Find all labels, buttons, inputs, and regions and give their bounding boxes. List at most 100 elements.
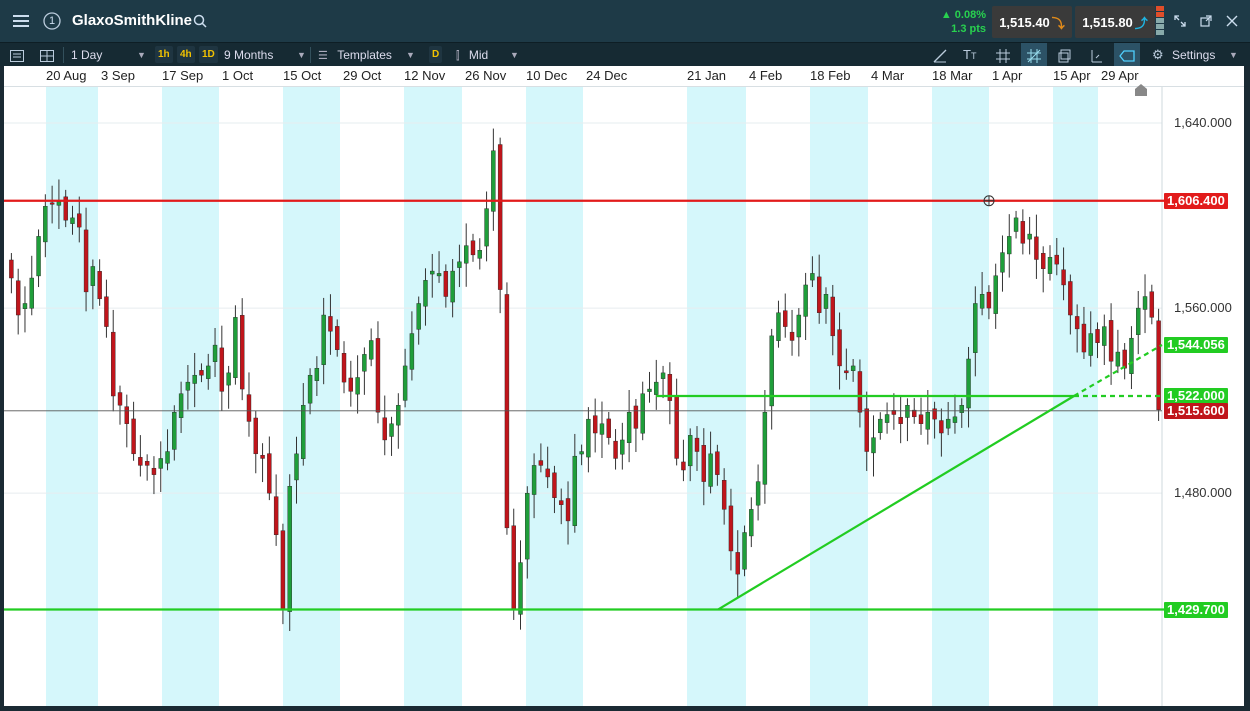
candle-up bbox=[1142, 296, 1148, 310]
date-label: 1 Apr bbox=[992, 68, 1023, 83]
buy-price: 1,515.80 bbox=[1082, 14, 1133, 30]
candle-down bbox=[1068, 281, 1073, 316]
draw-line-icon[interactable] bbox=[933, 43, 947, 67]
candle-up bbox=[36, 236, 41, 277]
search-icon[interactable] bbox=[190, 0, 210, 42]
candle-up bbox=[287, 486, 292, 612]
copy-icon[interactable] bbox=[1058, 43, 1072, 67]
candle-up bbox=[586, 418, 591, 458]
candle-up bbox=[185, 381, 191, 391]
settings-button[interactable]: ⚙ Settings ▼ bbox=[1152, 43, 1244, 67]
candle-down bbox=[77, 213, 82, 228]
candle-down bbox=[545, 468, 550, 478]
candle-up bbox=[959, 405, 964, 413]
candle-down bbox=[932, 408, 937, 420]
candle-down bbox=[592, 415, 598, 434]
candle-up bbox=[1027, 233, 1032, 240]
close-icon[interactable] bbox=[1222, 0, 1242, 42]
candle-up bbox=[165, 451, 170, 464]
candle-down bbox=[837, 329, 842, 367]
candle-down bbox=[117, 392, 123, 406]
week-band bbox=[526, 86, 583, 706]
chevron-down-icon: ▼ bbox=[1229, 50, 1238, 60]
alert-count-badge[interactable]: 1 bbox=[40, 0, 64, 42]
frame-left bbox=[0, 66, 4, 711]
candle-up bbox=[307, 374, 313, 404]
popout-icon[interactable] bbox=[1196, 0, 1216, 42]
scroll-home-icon[interactable] bbox=[1134, 83, 1148, 97]
candle-down bbox=[1095, 329, 1100, 343]
crosshair-grid-icon[interactable] bbox=[1021, 43, 1047, 67]
indicator-icon[interactable] bbox=[1089, 43, 1103, 67]
date-label: 20 Aug bbox=[46, 68, 87, 83]
candle-up bbox=[850, 365, 856, 371]
candle-down bbox=[538, 460, 544, 466]
interval-1h-button[interactable]: 1h bbox=[155, 46, 173, 63]
last-price-tag: 1,515.600 bbox=[1164, 402, 1228, 419]
candle-up bbox=[1088, 333, 1093, 356]
candle-up bbox=[973, 303, 978, 353]
menu-icon[interactable] bbox=[8, 0, 34, 42]
candle-up bbox=[1047, 256, 1053, 274]
change-pts: 1.3 pts bbox=[951, 23, 986, 35]
candle-up bbox=[402, 365, 408, 401]
sell-price: 1,515.40 bbox=[999, 14, 1050, 30]
candle-down bbox=[898, 417, 903, 424]
candle-down bbox=[552, 472, 557, 498]
candle-up bbox=[90, 266, 96, 286]
candle-icon: ⫿ bbox=[456, 50, 460, 62]
candle-up bbox=[925, 411, 931, 430]
candle-up bbox=[1115, 351, 1121, 367]
tag-icon[interactable] bbox=[1114, 43, 1140, 67]
candle-up bbox=[871, 437, 876, 454]
chart-area[interactable]: 20 Aug 3 Sep 17 Sep 1 Oct 15 Oct 29 Oct 12 Nov… bbox=[4, 66, 1244, 706]
candle-down bbox=[104, 296, 109, 327]
candle-up bbox=[979, 294, 985, 309]
price-tick-label: 1,640.000 bbox=[1174, 115, 1232, 130]
candle-down bbox=[111, 331, 116, 397]
candle-up bbox=[430, 270, 435, 275]
trendline-price-tag: 1,544.056 bbox=[1164, 336, 1228, 353]
price-type-select[interactable]: ⫿ Mid ▼ bbox=[456, 43, 522, 67]
date-label: 18 Mar bbox=[932, 68, 973, 83]
candle-up bbox=[640, 393, 645, 434]
candle-up bbox=[396, 405, 401, 426]
grid-icon[interactable] bbox=[996, 43, 1010, 67]
date-label: 12 Nov bbox=[404, 68, 446, 83]
list-view-icon[interactable] bbox=[10, 43, 24, 67]
buy-price-button[interactable]: 1,515.80 ⤴ bbox=[1075, 6, 1155, 38]
candle-down bbox=[559, 500, 564, 505]
buy-arrow-icon: ⤴ bbox=[1134, 15, 1148, 31]
candle-down bbox=[335, 326, 340, 350]
instrument-title[interactable]: GlaxoSmithKline bbox=[72, 0, 192, 42]
candle-down bbox=[1041, 253, 1046, 269]
candle-down bbox=[144, 461, 150, 466]
sell-price-button[interactable]: 1,515.40 ⤵ bbox=[992, 6, 1072, 38]
candle-up bbox=[823, 294, 829, 309]
candle-up bbox=[1000, 252, 1005, 273]
expand-icon[interactable] bbox=[1170, 0, 1190, 42]
templates-select[interactable]: ☰ Templates ▼ bbox=[318, 43, 418, 67]
interval-4h-button[interactable]: 4h bbox=[177, 46, 195, 63]
price-chart[interactable] bbox=[4, 66, 1244, 706]
layout-icon[interactable] bbox=[40, 43, 54, 67]
candle-up bbox=[226, 372, 231, 386]
d-toggle[interactable]: D bbox=[429, 46, 443, 63]
interval-1d-button[interactable]: 1D bbox=[199, 46, 218, 63]
candle-up bbox=[172, 411, 177, 450]
price-change: ▲ 0.08% 1.3 pts bbox=[930, 8, 986, 36]
range-select[interactable]: 9 Months ▼ bbox=[224, 43, 310, 67]
candle-down bbox=[701, 445, 706, 482]
candle-down bbox=[443, 271, 449, 297]
candle-up bbox=[755, 481, 761, 506]
candle-down bbox=[844, 370, 849, 374]
candle-up bbox=[368, 340, 374, 360]
candle-down bbox=[613, 440, 618, 459]
candle-down bbox=[199, 370, 204, 376]
text-tool-icon[interactable]: TT bbox=[963, 43, 976, 67]
candle-up bbox=[389, 423, 394, 437]
frame-bottom bbox=[0, 706, 1250, 711]
gear-icon: ⚙ bbox=[1152, 47, 1164, 62]
interval-select[interactable]: 1 Day ▼ bbox=[71, 43, 151, 67]
candle-down bbox=[97, 271, 102, 300]
